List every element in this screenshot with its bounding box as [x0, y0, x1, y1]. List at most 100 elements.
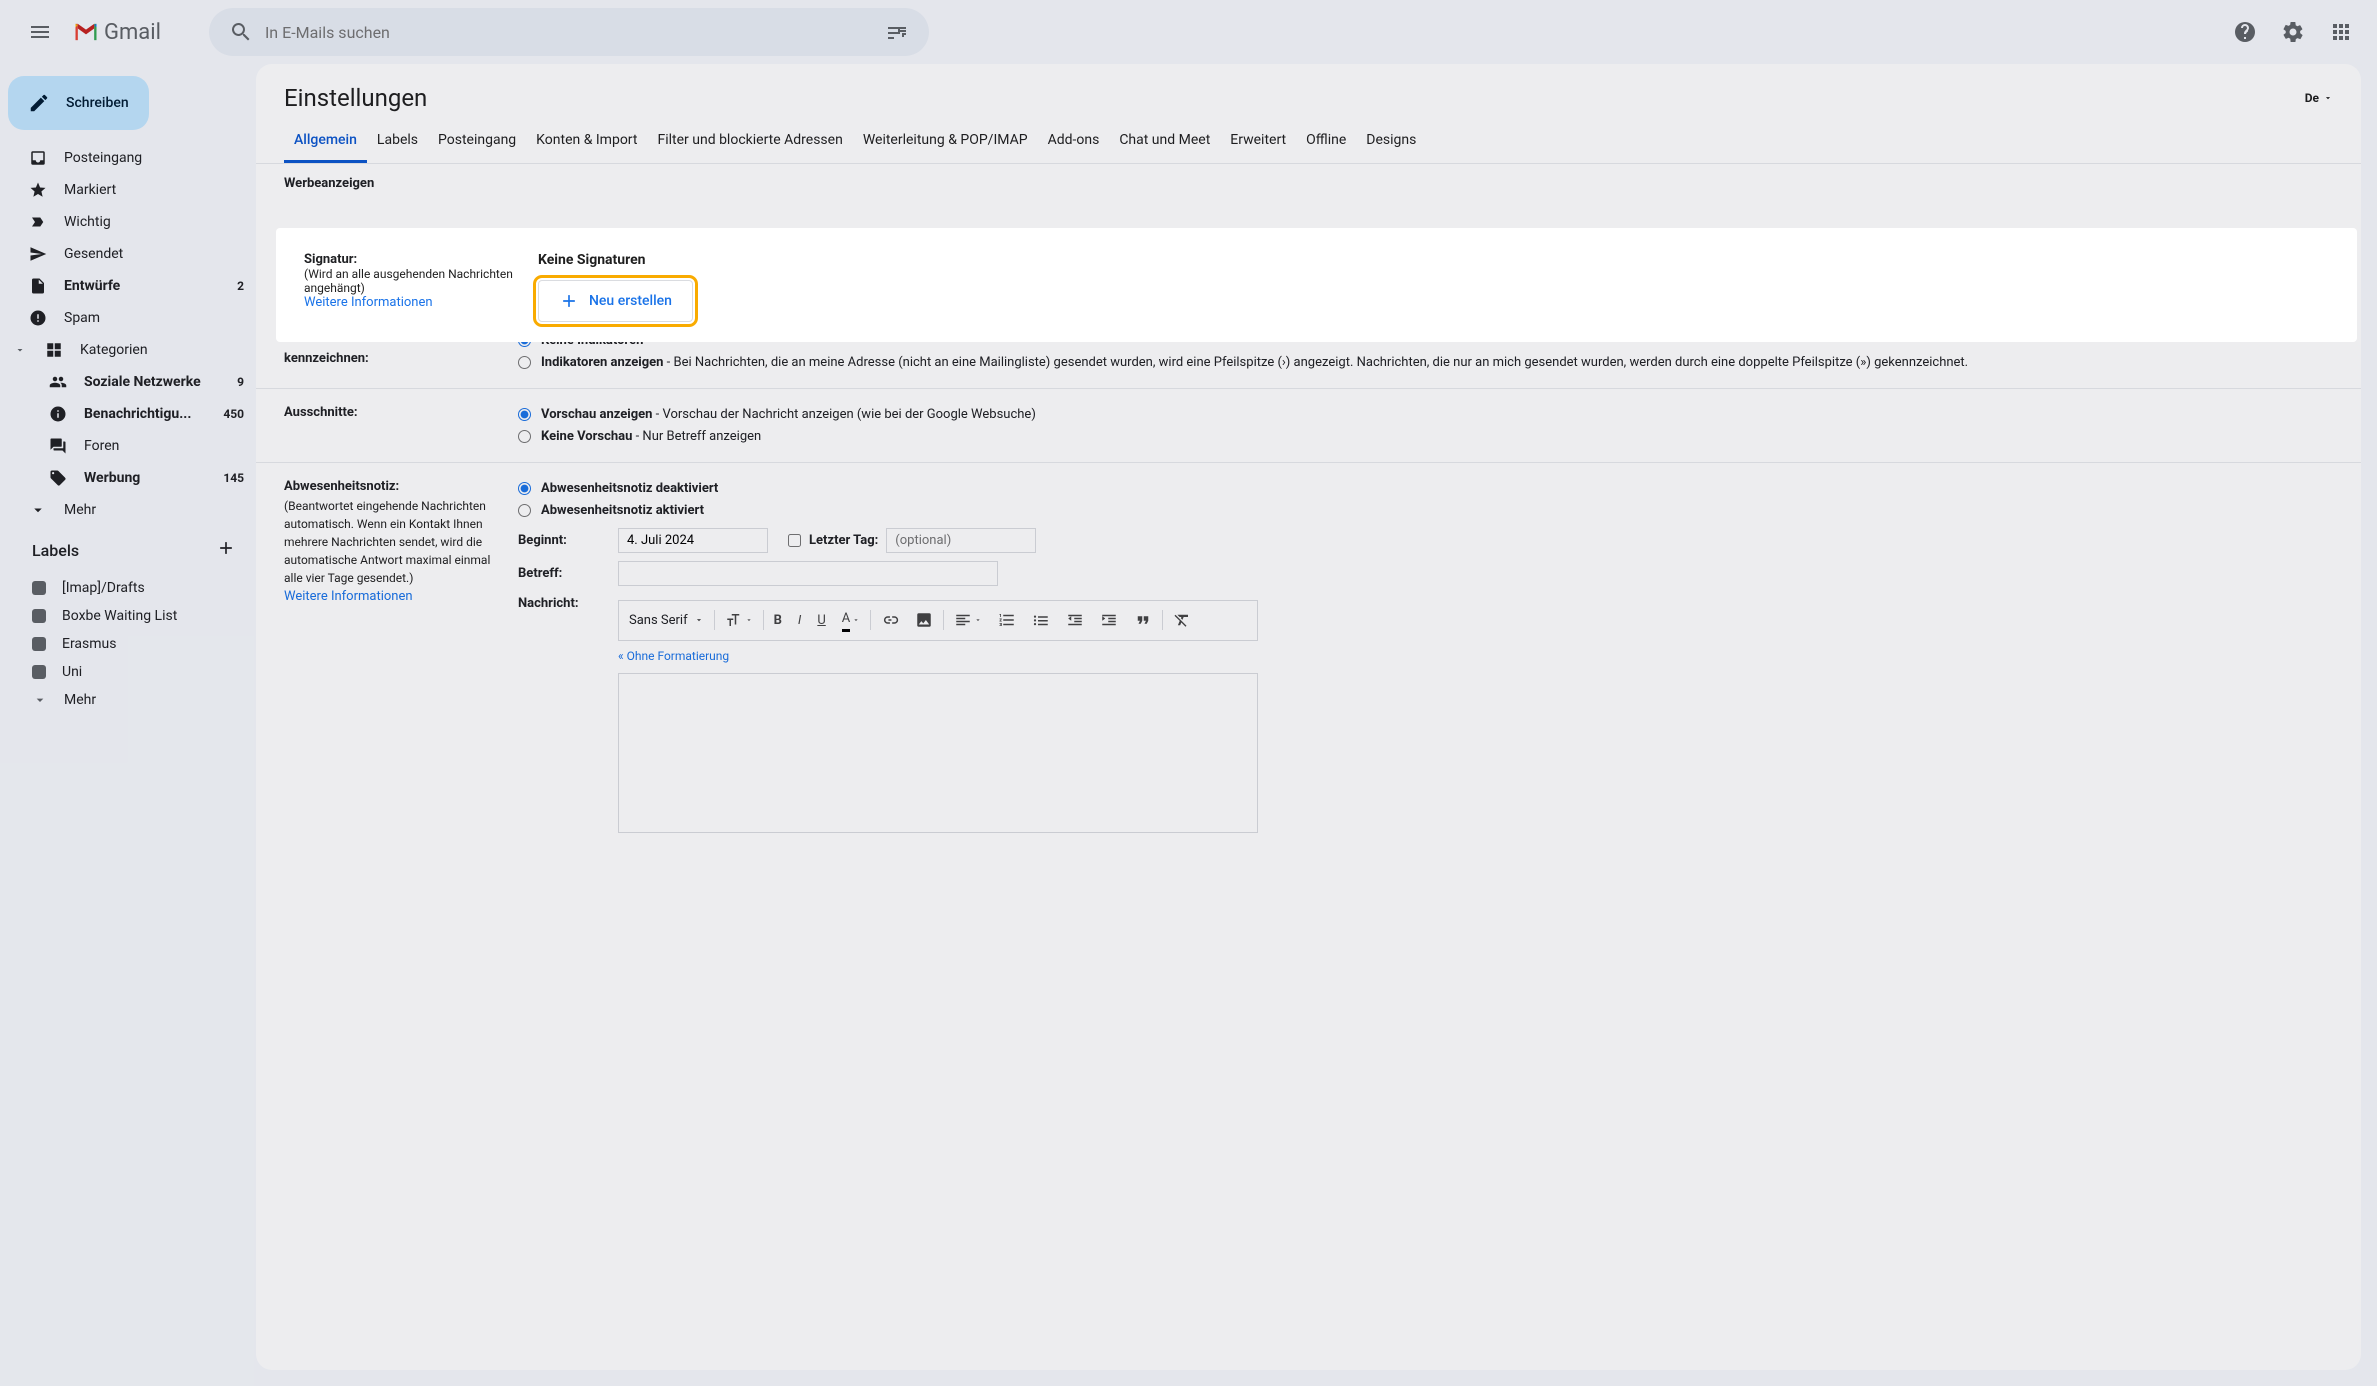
- vacation-on-radio[interactable]: [518, 504, 531, 517]
- nav-item-inbox[interactable]: Posteingang: [8, 142, 256, 174]
- labels-more[interactable]: Mehr: [8, 686, 256, 714]
- snippets-hide-radio[interactable]: [518, 430, 531, 443]
- nav-item-spam[interactable]: Spam: [8, 302, 256, 334]
- bullet-list-icon: [1032, 611, 1050, 629]
- signature-section: Signatur: (Wird an alle ausgehenden Nach…: [276, 228, 2357, 342]
- font-size-button[interactable]: [717, 605, 761, 635]
- nav-item-tag[interactable]: Werbung145: [8, 462, 256, 494]
- label-swatch-icon: [32, 637, 46, 651]
- label-item[interactable]: Erasmus: [8, 630, 256, 658]
- nav-item-people[interactable]: Soziale Netzwerke9: [8, 366, 256, 398]
- help-button[interactable]: [2225, 12, 2265, 52]
- tab-add-ons[interactable]: Add-ons: [1038, 120, 1110, 163]
- tab-designs[interactable]: Designs: [1356, 120, 1426, 163]
- label-item[interactable]: Boxbe Waiting List: [8, 602, 256, 630]
- compose-button[interactable]: Schreiben: [8, 76, 149, 130]
- draft-icon: [28, 276, 48, 296]
- indent-less-button[interactable]: [1058, 605, 1092, 635]
- vacation-info-link[interactable]: Weitere Informationen: [284, 587, 494, 607]
- create-signature-button[interactable]: Neu erstellen: [538, 280, 693, 322]
- language-selector[interactable]: De: [2305, 91, 2333, 105]
- vacation-off-label: Abwesenheitsnotiz deaktiviert: [541, 481, 718, 496]
- tab-weiterleitung-pop-imap[interactable]: Weiterleitung & POP/IMAP: [853, 120, 1038, 163]
- snippets-show-radio[interactable]: [518, 408, 531, 421]
- italic-button[interactable]: I: [790, 605, 809, 637]
- apps-button[interactable]: [2321, 12, 2361, 52]
- nav-count: 2: [237, 279, 244, 293]
- signature-info-link[interactable]: Weitere Informationen: [304, 295, 514, 310]
- nav-item-categories[interactable]: Kategorien: [8, 334, 256, 366]
- vacation-section: Abwesenheitsnotiz: (Beantwortet eingehen…: [256, 463, 2361, 855]
- vacation-start-input[interactable]: [618, 528, 768, 553]
- quote-button[interactable]: [1126, 605, 1160, 635]
- categories-icon: [44, 340, 64, 360]
- tab-erweitert[interactable]: Erweitert: [1220, 120, 1296, 163]
- vacation-on-label: Abwesenheitsnotiz aktiviert: [541, 503, 704, 518]
- image-icon: [915, 611, 933, 629]
- font-family-select[interactable]: Sans Serif: [621, 607, 712, 635]
- tab-chat-und-meet[interactable]: Chat und Meet: [1109, 120, 1220, 163]
- vacation-end-checkbox[interactable]: [788, 534, 801, 547]
- clear-format-button[interactable]: [1165, 605, 1199, 635]
- numbered-list-button[interactable]: [990, 605, 1024, 635]
- vacation-message-label: Nachricht:: [518, 594, 598, 614]
- vacation-end-input[interactable]: [886, 528, 1036, 553]
- snippets-show-desc: - Vorschau der Nachricht anzeigen (wie b…: [652, 407, 1035, 422]
- tab-filter-und-blockierte-adressen[interactable]: Filter und blockierte Adressen: [647, 120, 852, 163]
- nav-item-draft[interactable]: Entwürfe 2: [8, 270, 256, 302]
- nav-item-star[interactable]: Markiert: [8, 174, 256, 206]
- bullet-list-button[interactable]: [1024, 605, 1058, 635]
- nav-item-important[interactable]: Wichtig: [8, 206, 256, 238]
- forum-icon: [48, 436, 68, 456]
- add-label-button[interactable]: [216, 538, 236, 562]
- underline-button[interactable]: U: [809, 605, 833, 637]
- settings-button[interactable]: [2273, 12, 2313, 52]
- search-input[interactable]: [265, 23, 873, 42]
- bold-button[interactable]: B: [766, 605, 790, 637]
- tab-allgemein[interactable]: Allgemein: [284, 120, 367, 163]
- nav-label: Entwürfe: [64, 278, 120, 294]
- snippets-hide-desc: - Nur Betreff anzeigen: [632, 429, 761, 444]
- compose-label: Schreiben: [66, 95, 129, 111]
- pencil-icon: [28, 92, 50, 114]
- indicators-show-label: Indikatoren anzeigen: [541, 355, 663, 370]
- gear-icon: [2281, 20, 2305, 44]
- vacation-off-radio[interactable]: [518, 482, 531, 495]
- link-button[interactable]: [873, 605, 907, 635]
- image-button[interactable]: [907, 605, 941, 635]
- nav-count: 9: [237, 375, 244, 389]
- info-icon: [48, 404, 68, 424]
- text-color-button[interactable]: A: [834, 603, 868, 638]
- vacation-subject-input[interactable]: [618, 561, 998, 586]
- settings-content: Werbeanzeigen Persönliche Nachrichten ke…: [256, 164, 2361, 1370]
- topbar-right: [2225, 12, 2361, 52]
- search-bar: [209, 8, 929, 56]
- align-button[interactable]: [946, 605, 990, 635]
- nav-item-info[interactable]: Benachrichtigu...450: [8, 398, 256, 430]
- plus-icon: [559, 291, 579, 311]
- vacation-start-label: Beginnt:: [518, 531, 598, 551]
- label-item[interactable]: [Imap]/Drafts: [8, 574, 256, 602]
- search-options-button[interactable]: [873, 20, 921, 44]
- plain-text-link[interactable]: « Ohne Formatierung: [618, 647, 1258, 665]
- nav-item-send[interactable]: Gesendet: [8, 238, 256, 270]
- search-icon[interactable]: [217, 20, 265, 44]
- text-color-icon: A: [842, 609, 850, 632]
- nav-item-forum[interactable]: Foren: [8, 430, 256, 462]
- gmail-logo[interactable]: Gmail: [72, 18, 161, 46]
- tab-labels[interactable]: Labels: [367, 120, 428, 163]
- main-menu-button[interactable]: [16, 8, 64, 56]
- tab-offline[interactable]: Offline: [1296, 120, 1356, 163]
- vacation-title: Abwesenheitsnotiz:: [284, 477, 494, 497]
- caret-down-icon: [2323, 93, 2333, 103]
- tab-posteingang[interactable]: Posteingang: [428, 120, 526, 163]
- ads-section-header: Werbeanzeigen: [256, 164, 2361, 201]
- nav-label: Posteingang: [64, 150, 142, 166]
- label-item[interactable]: Uni: [8, 658, 256, 686]
- indent-more-button[interactable]: [1092, 605, 1126, 635]
- labels-header: Labels: [8, 526, 256, 574]
- vacation-message-box[interactable]: [618, 673, 1258, 833]
- tab-konten-import[interactable]: Konten & Import: [526, 120, 647, 163]
- indicators-show-radio[interactable]: [518, 356, 531, 369]
- nav-item-more[interactable]: Mehr: [8, 494, 256, 526]
